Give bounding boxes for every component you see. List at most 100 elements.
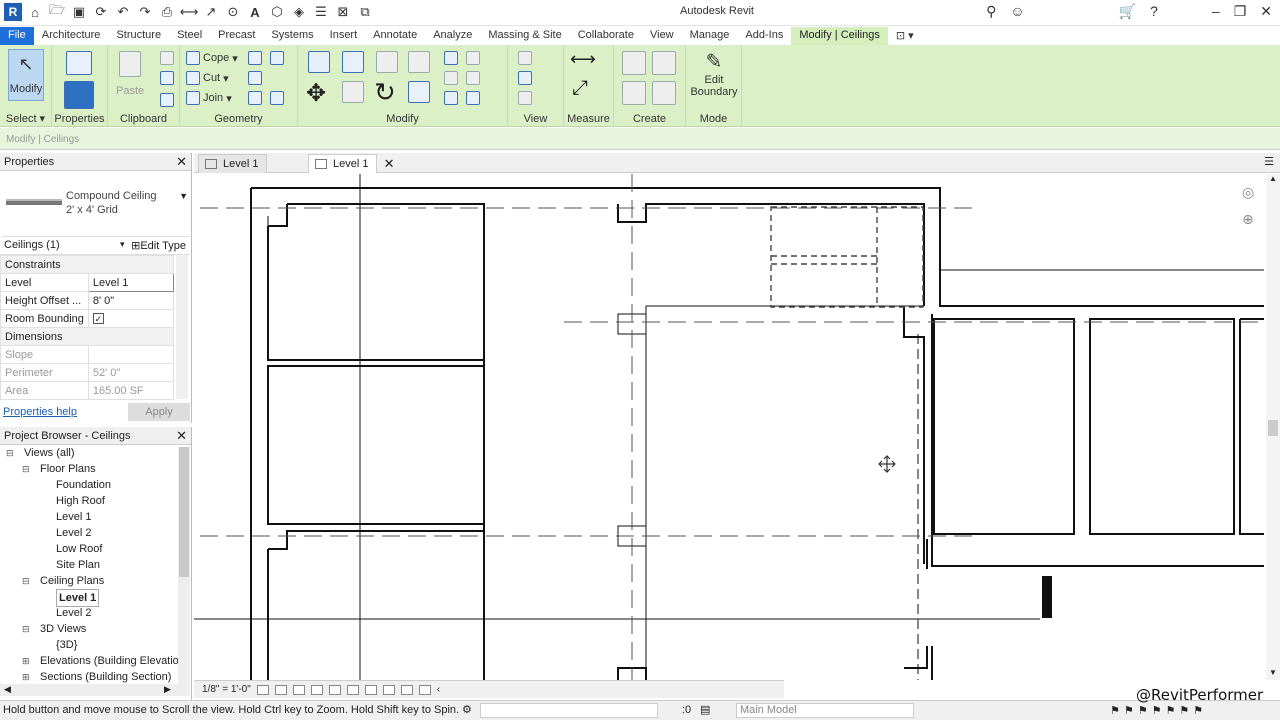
tab-analyze[interactable]: Analyze	[425, 27, 480, 45]
cope-button[interactable]: Cope ▾	[186, 51, 238, 65]
tree-node[interactable]: ⊟ Views (all)	[0, 445, 176, 461]
edit-type-button[interactable]: ⊞Edit Type	[131, 239, 186, 252]
properties-scrollbar[interactable]	[176, 255, 188, 399]
tab-level-1-floor[interactable]: Level 1	[198, 154, 268, 173]
mirror-axis-icon[interactable]	[376, 51, 398, 73]
pin-icon[interactable]	[466, 51, 480, 65]
tab-menu-icon[interactable]: ☰	[1264, 155, 1274, 168]
wall-joins-icon[interactable]	[248, 71, 262, 85]
delete-icon[interactable]	[466, 91, 480, 105]
selection-filter-icons[interactable]: ⚑⚑⚑⚑⚑⚑⚑	[1110, 704, 1207, 717]
dimension-tool-icon[interactable]: ⤢	[572, 77, 588, 100]
collapse-icon[interactable]: ⊟	[6, 445, 14, 461]
sync-icon[interactable]: ⟳	[92, 3, 110, 21]
close-icon[interactable]: ✕	[1260, 3, 1272, 20]
rotate-icon[interactable]: ↻	[374, 77, 396, 108]
chevron-down-icon[interactable]: ▾	[120, 239, 125, 250]
scale-icon[interactable]	[444, 91, 458, 105]
type-selector[interactable]: Compound Ceiling 2' x 4' Grid ▼	[2, 173, 190, 237]
scale-selector[interactable]: 1/8" = 1'-0"	[202, 684, 251, 695]
tab-insert[interactable]: Insert	[322, 27, 366, 45]
switch-windows-icon[interactable]: ⧉	[356, 3, 374, 21]
browser-scrollbar[interactable]	[178, 447, 190, 687]
tree-node[interactable]: Foundation	[0, 477, 176, 493]
close-properties-icon[interactable]: ✕	[176, 154, 187, 170]
create-assembly-icon[interactable]	[622, 51, 646, 75]
temporary-hide-icon[interactable]	[364, 684, 377, 695]
tree-node[interactable]: Site Plan	[0, 557, 176, 573]
3d-view-icon[interactable]: ⬡	[268, 3, 286, 21]
align-icon[interactable]	[308, 51, 330, 73]
scroll-thumb[interactable]	[179, 447, 189, 577]
split-icon[interactable]	[444, 51, 458, 65]
level-field[interactable]: Level 1	[87, 273, 175, 292]
join-button[interactable]: Join ▾	[186, 91, 232, 105]
user-icon[interactable]: ☺	[1010, 3, 1024, 20]
collapse-icon[interactable]: ⊟	[22, 573, 30, 589]
close-browser-icon[interactable]: ✕	[176, 428, 187, 444]
tab-systems[interactable]: Systems	[263, 27, 321, 45]
tree-node[interactable]: ⊟ Floor Plans	[0, 461, 176, 477]
paste-button[interactable]: Paste	[116, 51, 144, 97]
properties-help-link[interactable]: Properties help	[3, 406, 77, 418]
tree-node[interactable]: Level 2	[0, 605, 176, 621]
close-tab-icon[interactable]: ✕	[384, 156, 395, 172]
copy-element-icon[interactable]	[342, 81, 364, 103]
canvas-scrollbar[interactable]: ▲ ▼	[1266, 174, 1280, 680]
tab-steel[interactable]: Steel	[169, 27, 210, 45]
pick-icon[interactable]	[270, 91, 284, 105]
cut-clip-icon[interactable]	[160, 51, 174, 65]
tab-modify-ceilings[interactable]: Modify | Ceilings	[791, 27, 888, 45]
tag-icon[interactable]: ⊙	[224, 3, 242, 21]
hide-icon[interactable]	[518, 51, 532, 65]
move-icon[interactable]: ✥	[306, 79, 326, 108]
tab-annotate[interactable]: Annotate	[365, 27, 425, 45]
trim-icon[interactable]	[408, 81, 430, 103]
collapse-icon[interactable]: ⊟	[22, 461, 30, 477]
type-properties-icon[interactable]	[66, 51, 92, 75]
collapse-icon[interactable]: ‹	[437, 684, 440, 695]
collapse-icon[interactable]: ⊟	[22, 621, 30, 637]
redo-icon[interactable]: ↷	[136, 3, 154, 21]
tree-node[interactable]: High Roof	[0, 493, 176, 509]
copy-icon[interactable]	[160, 71, 174, 85]
tree-node[interactable]: ⊟ Ceiling Plans	[0, 573, 176, 589]
tab-massing-site[interactable]: Massing & Site	[480, 27, 569, 45]
unpin-icon[interactable]	[466, 71, 480, 85]
tree-node[interactable]: Level 1	[0, 509, 176, 525]
steering-wheel-icon[interactable]: ◎	[1242, 184, 1264, 201]
cut-button[interactable]: Cut ▾	[186, 71, 229, 85]
override-icon[interactable]	[518, 71, 532, 85]
cart-icon[interactable]: 🛒	[1119, 3, 1136, 20]
section-icon[interactable]: ◈	[290, 3, 308, 21]
zoom-icon[interactable]: ⊕	[1242, 211, 1264, 228]
scroll-up-icon[interactable]: ▲	[1269, 174, 1277, 183]
tab-manage[interactable]: Manage	[682, 27, 738, 45]
create-group-icon[interactable]	[622, 81, 646, 105]
analytical-model-icon[interactable]	[418, 684, 431, 695]
detail-level-icon[interactable]	[256, 684, 269, 695]
room-bounding-checkbox[interactable]: ✓	[87, 309, 175, 328]
tab-architecture[interactable]: Architecture	[34, 27, 109, 45]
tab-view[interactable]: View	[642, 27, 682, 45]
revit-logo-icon[interactable]: R	[4, 3, 22, 21]
tab-structure[interactable]: Structure	[108, 27, 169, 45]
select-dropdown[interactable]: Select ▾	[0, 112, 51, 125]
scroll-right-icon[interactable]: ▶	[164, 684, 171, 695]
tab-collaborate[interactable]: Collaborate	[570, 27, 642, 45]
design-options-icon[interactable]: ▤	[700, 703, 710, 716]
scroll-down-icon[interactable]: ▼	[1269, 668, 1277, 677]
text-icon[interactable]: A	[246, 3, 264, 21]
scroll-left-icon[interactable]: ◀	[4, 684, 11, 695]
create-parts-icon[interactable]	[652, 51, 676, 75]
design-option-dropdown[interactable]: Main Model	[736, 703, 914, 718]
binoculars-icon[interactable]: ⚲	[986, 3, 996, 20]
edit-boundary-button[interactable]: ✎ Edit Boundary	[690, 49, 738, 98]
show-crop-icon[interactable]	[346, 684, 359, 695]
measure-icon[interactable]: ⟷	[180, 3, 199, 21]
instance-filter[interactable]: Ceilings (1) ▾ ⊞Edit Type	[0, 237, 190, 255]
create-similar-icon[interactable]	[652, 81, 676, 105]
open-icon[interactable]: 🗁	[48, 2, 66, 21]
paint-icon[interactable]	[270, 51, 284, 65]
workset-dropdown[interactable]	[480, 703, 658, 718]
